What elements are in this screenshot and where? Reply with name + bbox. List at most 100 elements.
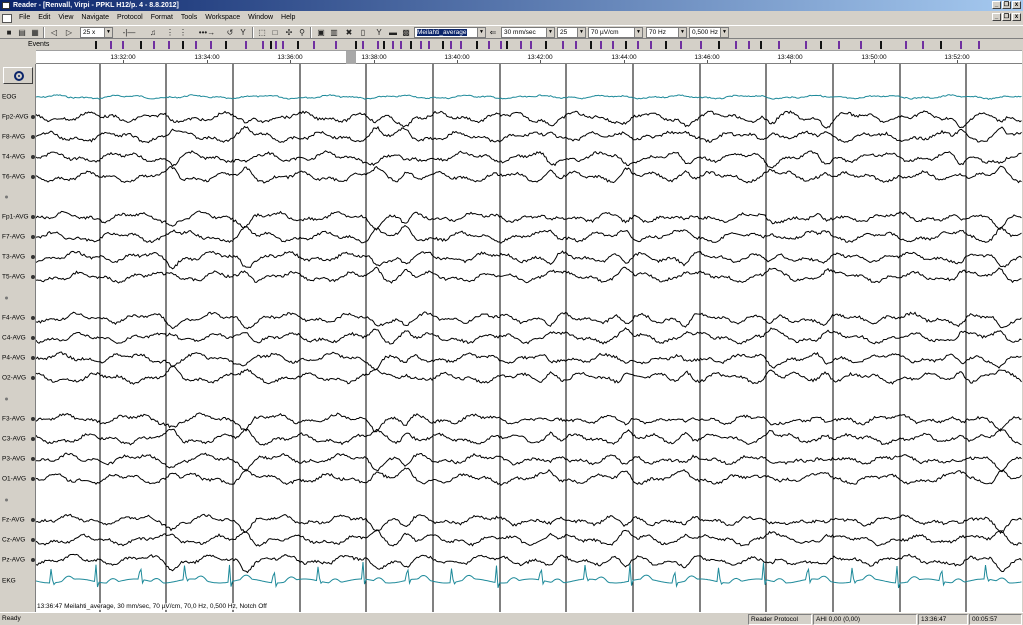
event-marker[interactable] bbox=[700, 41, 702, 49]
menu-navigate[interactable]: Navigate bbox=[77, 12, 113, 24]
event-marker[interactable] bbox=[760, 41, 762, 49]
sensitivity-select[interactable]: 70 µV/cm ▼ bbox=[588, 27, 643, 38]
event-marker[interactable] bbox=[637, 41, 639, 49]
event-marker[interactable] bbox=[383, 41, 385, 49]
channel-label[interactable]: P3-AVG bbox=[2, 456, 25, 463]
event-marker[interactable] bbox=[210, 41, 212, 49]
event-marker[interactable] bbox=[488, 41, 490, 49]
channel-label[interactable]: P4-AVG bbox=[2, 355, 25, 362]
montage-back-icon[interactable]: ⇐ bbox=[488, 27, 498, 38]
audio-icon[interactable]: ♫ bbox=[148, 27, 158, 38]
event-marker[interactable] bbox=[377, 41, 379, 49]
channel-label[interactable]: C4-AVG bbox=[2, 335, 26, 342]
channel-trace[interactable] bbox=[36, 311, 1022, 330]
event-marker[interactable] bbox=[400, 41, 402, 49]
channel-trace[interactable] bbox=[36, 110, 1022, 129]
channel-label[interactable]: T3-AVG bbox=[2, 254, 25, 261]
event-marker[interactable] bbox=[905, 41, 907, 49]
event-marker[interactable] bbox=[506, 41, 508, 49]
timebase-marker-icon[interactable]: -|— bbox=[116, 27, 142, 38]
channel-label[interactable]: EKG bbox=[2, 578, 16, 585]
menu-workspace[interactable]: Workspace bbox=[201, 12, 244, 24]
event-marker[interactable] bbox=[262, 41, 264, 49]
event-marker[interactable] bbox=[735, 41, 737, 49]
measure-icon[interactable]: •••→ bbox=[192, 27, 222, 38]
eeg-plot[interactable]: 13:36:47 Meilahti_average, 30 mm/sec, 70… bbox=[36, 64, 1022, 612]
event-marker[interactable] bbox=[718, 41, 720, 49]
event-marker[interactable] bbox=[476, 41, 478, 49]
doc-minimize-button[interactable]: _ bbox=[992, 13, 1001, 21]
menu-help[interactable]: Help bbox=[277, 12, 299, 24]
channel-trace[interactable] bbox=[36, 529, 1022, 547]
event-marker[interactable] bbox=[275, 41, 277, 49]
channel-trace[interactable] bbox=[36, 224, 1022, 244]
event-marker[interactable] bbox=[450, 41, 452, 49]
magnifier-icon[interactable]: ⚲ bbox=[297, 27, 307, 38]
event-marker[interactable] bbox=[575, 41, 577, 49]
event-marker[interactable] bbox=[612, 41, 614, 49]
channel-trace[interactable] bbox=[36, 467, 1022, 486]
channel-count-select[interactable]: 25 ▼ bbox=[557, 27, 586, 38]
page-forward-icon[interactable]: ▷ bbox=[64, 27, 74, 38]
event-marker[interactable] bbox=[748, 41, 750, 49]
channel-trace[interactable] bbox=[36, 165, 1022, 184]
lowpass-select[interactable]: 0,500 Hz ▼ bbox=[689, 27, 729, 38]
channel-label[interactable]: T6-AVG bbox=[2, 174, 25, 181]
event-marker[interactable] bbox=[838, 41, 840, 49]
document-icon[interactable] bbox=[2, 13, 12, 23]
channel-label[interactable]: T4-AVG bbox=[2, 154, 25, 161]
menu-tools[interactable]: Tools bbox=[177, 12, 201, 24]
channel-label[interactable]: Fz-AVG bbox=[2, 517, 25, 524]
channel-label[interactable]: F4-AVG bbox=[2, 315, 25, 322]
zoom-select[interactable]: 25 x ▼ bbox=[80, 27, 113, 38]
channel-trace[interactable] bbox=[36, 452, 1022, 472]
event-marker[interactable] bbox=[245, 41, 247, 49]
crosshair-icon[interactable]: ✣ bbox=[284, 27, 294, 38]
pan-icon[interactable]: ⋮ bbox=[178, 27, 188, 38]
event-marker[interactable] bbox=[880, 41, 882, 49]
channel-label[interactable]: Fp1-AVG bbox=[2, 214, 29, 221]
event-marker[interactable] bbox=[313, 41, 315, 49]
event-marker[interactable] bbox=[182, 41, 184, 49]
channel-label[interactable]: Fp2-AVG bbox=[2, 114, 29, 121]
close-button[interactable]: x bbox=[1012, 1, 1021, 9]
event-marker[interactable] bbox=[95, 41, 97, 49]
channel-label[interactable]: Cz-AVG bbox=[2, 537, 25, 544]
channel-trace[interactable] bbox=[36, 210, 1022, 231]
event-marker[interactable] bbox=[860, 41, 862, 49]
eeg-waveforms[interactable] bbox=[36, 64, 1022, 612]
notch-icon[interactable]: Y bbox=[374, 27, 384, 38]
event-marker[interactable] bbox=[362, 41, 364, 49]
channel-trace[interactable] bbox=[36, 266, 1022, 284]
event-marker[interactable] bbox=[562, 41, 564, 49]
event-marker[interactable] bbox=[650, 41, 652, 49]
channel-label[interactable]: EOG bbox=[2, 94, 16, 101]
event-marker[interactable] bbox=[153, 41, 155, 49]
event-marker[interactable] bbox=[355, 41, 357, 49]
save-icon[interactable]: ■ bbox=[4, 27, 14, 38]
menu-window[interactable]: Window bbox=[244, 12, 277, 24]
time-axis[interactable]: 13:32:00 13:34:00 13:36:00 13:38:00 13:40:00… bbox=[36, 50, 1022, 64]
split-icon[interactable]: ⋮ bbox=[165, 27, 175, 38]
event-marker[interactable] bbox=[420, 41, 422, 49]
channel-trace[interactable] bbox=[36, 365, 1022, 385]
event-marker[interactable] bbox=[442, 41, 444, 49]
menu-protocol[interactable]: Protocol bbox=[113, 12, 147, 24]
select-icon[interactable]: ⬚ bbox=[257, 27, 267, 38]
current-time-marker[interactable] bbox=[346, 51, 356, 64]
undo-icon[interactable]: ↺ bbox=[225, 27, 235, 38]
event-marker[interactable] bbox=[110, 41, 112, 49]
channel-label[interactable]: T5-AVG bbox=[2, 274, 25, 281]
event-marker[interactable] bbox=[530, 41, 532, 49]
event-marker[interactable] bbox=[625, 41, 627, 49]
event-marker[interactable] bbox=[590, 41, 592, 49]
channel-label[interactable]: F3-AVG bbox=[2, 416, 25, 423]
event-marker[interactable] bbox=[820, 41, 822, 49]
channel-trace[interactable] bbox=[36, 125, 1022, 144]
speed-select[interactable]: 30 mm/sec ▼ bbox=[501, 27, 555, 38]
video-icon[interactable]: ▬ bbox=[388, 27, 398, 38]
event-marker[interactable] bbox=[270, 41, 272, 49]
doc-restore-button[interactable]: ❐ bbox=[1002, 13, 1011, 21]
print-preview-icon[interactable]: ▦ bbox=[30, 27, 40, 38]
event-marker[interactable] bbox=[195, 41, 197, 49]
